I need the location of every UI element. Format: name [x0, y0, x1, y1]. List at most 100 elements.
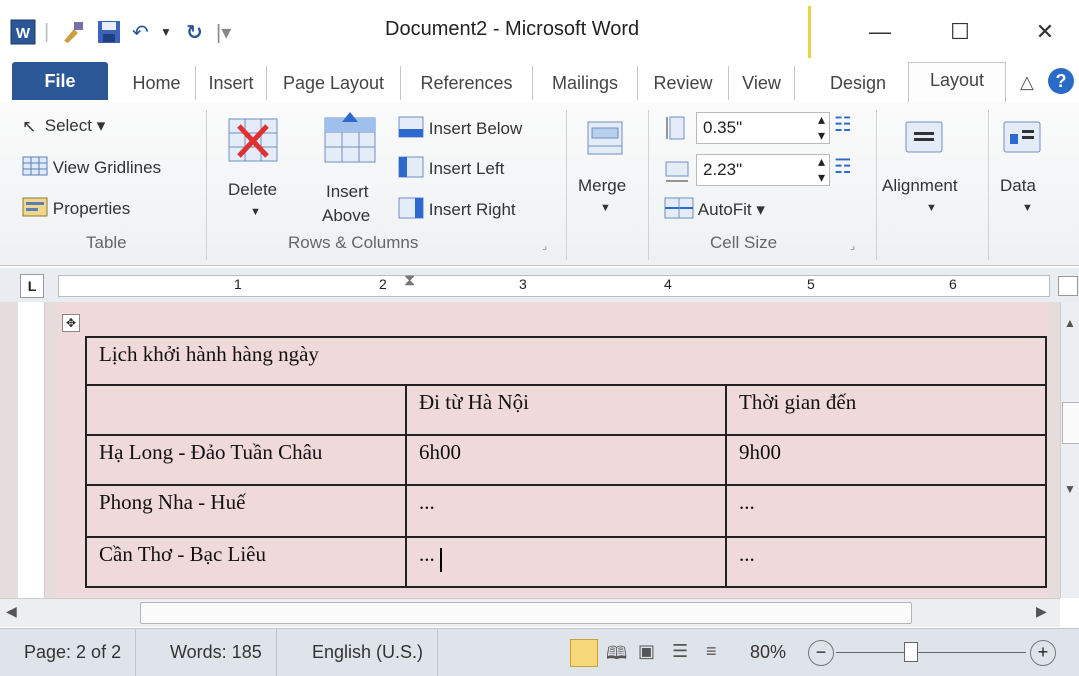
distribute-rows-icon[interactable]: ☷	[834, 112, 852, 137]
table-cell[interactable]: Đi từ Hà Nội	[405, 384, 727, 436]
tab-page-layout[interactable]: Page Layout	[267, 66, 401, 100]
chevron-down-icon: ▼	[926, 202, 937, 214]
data-button[interactable]: Data ▼	[1000, 116, 1044, 214]
collapse-ribbon-icon[interactable]: △	[1020, 72, 1034, 93]
table-move-handle-icon[interactable]: ✥	[62, 314, 80, 332]
tab-design[interactable]: Design	[810, 66, 906, 100]
select-button[interactable]: ↖ Select ▾	[22, 116, 105, 137]
minimize-button[interactable]: —	[860, 14, 900, 50]
table-cell[interactable]: Phong Nha - Huế	[85, 484, 407, 538]
ruler-scale[interactable]: 1 2 3 4 5 6 ⧗	[58, 272, 1050, 297]
close-button[interactable]: ✕	[1025, 14, 1065, 50]
scroll-thumb[interactable]	[1062, 402, 1079, 444]
scroll-thumb[interactable]	[140, 602, 912, 624]
zoom-out-button[interactable]: −	[808, 640, 834, 666]
scroll-right-icon[interactable]: ▶	[1036, 603, 1047, 620]
tab-home[interactable]: Home	[118, 66, 196, 100]
view-ruler-icon[interactable]	[1058, 276, 1078, 296]
column-width-field[interactable]: 2.23" ▴ ▾	[696, 153, 830, 186]
group-label-table: Table	[86, 233, 127, 252]
table-cell[interactable]: ...	[725, 536, 1047, 588]
ruler-mark: 2	[379, 276, 387, 292]
vertical-scrollbar[interactable]: ▲ ▼	[1060, 302, 1079, 598]
alignment-button[interactable]: Alignment ▼	[882, 116, 958, 214]
insert-right-button[interactable]: Insert Right	[398, 197, 516, 224]
insert-above-button[interactable]: Insert Above	[322, 110, 378, 225]
language-indicator[interactable]: English (U.S.)	[298, 629, 439, 676]
tab-mailings[interactable]: Mailings	[533, 66, 638, 100]
maximize-button[interactable]: ☐	[940, 14, 980, 50]
zoom-in-button[interactable]: +	[1030, 640, 1056, 666]
help-icon[interactable]: ?	[1048, 68, 1074, 94]
svg-text:W: W	[16, 25, 31, 42]
scroll-up-icon[interactable]: ▲	[1064, 316, 1076, 330]
tab-references[interactable]: References	[401, 66, 533, 100]
status-bar: Page: 2 of 2 Words: 185 English (U.S.) 🕮…	[0, 628, 1079, 676]
row-height-field[interactable]: 0.35" ▴ ▾	[696, 111, 830, 144]
format-painter-icon[interactable]	[60, 18, 86, 46]
outline-icon[interactable]: ☰	[672, 641, 688, 662]
undo-icon[interactable]: ↶	[132, 18, 149, 46]
group-label-rows-columns: Rows & Columns	[288, 233, 419, 252]
print-layout-icon[interactable]	[570, 639, 598, 667]
tab-insert[interactable]: Insert	[196, 66, 267, 100]
indent-marker-icon[interactable]: ⧗	[404, 272, 415, 290]
alignment-icon	[905, 121, 943, 153]
ruler-mark: 6	[949, 276, 957, 292]
scroll-left-icon[interactable]: ◀	[6, 603, 17, 620]
zoom-slider[interactable]	[836, 652, 1026, 653]
tab-layout[interactable]: Layout	[908, 62, 1006, 103]
draft-icon[interactable]: ≡	[706, 641, 717, 662]
redo-icon[interactable]: ↻	[186, 18, 203, 46]
column-width-icon	[664, 156, 690, 189]
web-layout-icon[interactable]: ▣	[638, 641, 655, 662]
properties-button[interactable]: Properties	[22, 197, 130, 222]
table-cell[interactable]: Hạ Long - Đảo Tuần Châu	[85, 434, 407, 486]
customize-quick-access-icon[interactable]: |▾	[216, 18, 231, 46]
distribute-columns-icon[interactable]: ☶	[834, 154, 852, 179]
group-separator	[876, 110, 877, 260]
tab-file[interactable]: File	[12, 62, 108, 100]
save-icon[interactable]	[96, 18, 122, 46]
insert-left-icon	[398, 156, 424, 183]
insert-below-button[interactable]: Insert Below	[398, 116, 522, 143]
horizontal-scrollbar[interactable]: ◀ ▶	[0, 598, 1060, 627]
table-cell[interactable]: Cần Thơ - Bạc Liêu	[85, 536, 407, 588]
tab-selector-button[interactable]: L	[20, 274, 44, 298]
view-gridlines-button[interactable]: View Gridlines	[22, 156, 161, 181]
table-cell[interactable]: 6h00	[405, 434, 727, 486]
insert-right-icon	[398, 197, 424, 224]
table-cell[interactable]	[85, 384, 407, 436]
spin-stepper-icon[interactable]: ▴ ▾	[818, 153, 825, 185]
table-cell[interactable]: ...	[405, 484, 727, 538]
table-cell[interactable]: ...	[405, 536, 727, 588]
zoom-level[interactable]: 80%	[750, 629, 786, 676]
dialog-launcher-icon[interactable]: ⌟	[542, 239, 547, 252]
tab-view[interactable]: View	[729, 66, 795, 100]
merge-button[interactable]: Merge ▼	[578, 116, 626, 214]
scroll-down-icon[interactable]: ▼	[1064, 482, 1076, 496]
zoom-slider-thumb[interactable]	[904, 642, 918, 662]
schedule-table[interactable]: Lịch khởi hành hàng ngày Đi từ Hà Nội Th…	[85, 336, 1047, 588]
table-cell[interactable]: 9h00	[725, 434, 1047, 486]
undo-dropdown-icon[interactable]: ▼	[160, 18, 172, 46]
table-cell[interactable]: ...	[725, 484, 1047, 538]
table-row: Cần Thơ - Bạc Liêu ... ...	[85, 536, 1047, 588]
horizontal-ruler[interactable]: L 1 2 3 4 5 6 ⧗	[0, 268, 1079, 303]
text-cursor	[440, 548, 442, 572]
context-tab-marker	[808, 6, 811, 58]
word-count[interactable]: Words: 185	[156, 629, 277, 676]
vertical-ruler[interactable]	[18, 302, 45, 598]
tab-review[interactable]: Review	[638, 66, 729, 100]
table-cell[interactable]: Thời gian đến	[725, 384, 1047, 436]
insert-left-button[interactable]: Insert Left	[398, 156, 504, 183]
word-app-icon[interactable]: W	[10, 18, 36, 46]
dialog-launcher-icon[interactable]: ⌟	[850, 239, 855, 252]
spin-stepper-icon[interactable]: ▴ ▾	[818, 111, 825, 143]
table-cell[interactable]: Lịch khởi hành hàng ngày	[85, 336, 1047, 386]
page-count[interactable]: Page: 2 of 2	[10, 629, 137, 676]
full-screen-reading-icon[interactable]: 🕮	[606, 641, 627, 671]
delete-button[interactable]: Delete ▼	[226, 114, 280, 218]
title-bar: W | ↶ ▼ ↻ |▾ Document2 - Microsoft Word …	[0, 0, 1079, 58]
autofit-button[interactable]: AutoFit ▾	[664, 197, 765, 224]
